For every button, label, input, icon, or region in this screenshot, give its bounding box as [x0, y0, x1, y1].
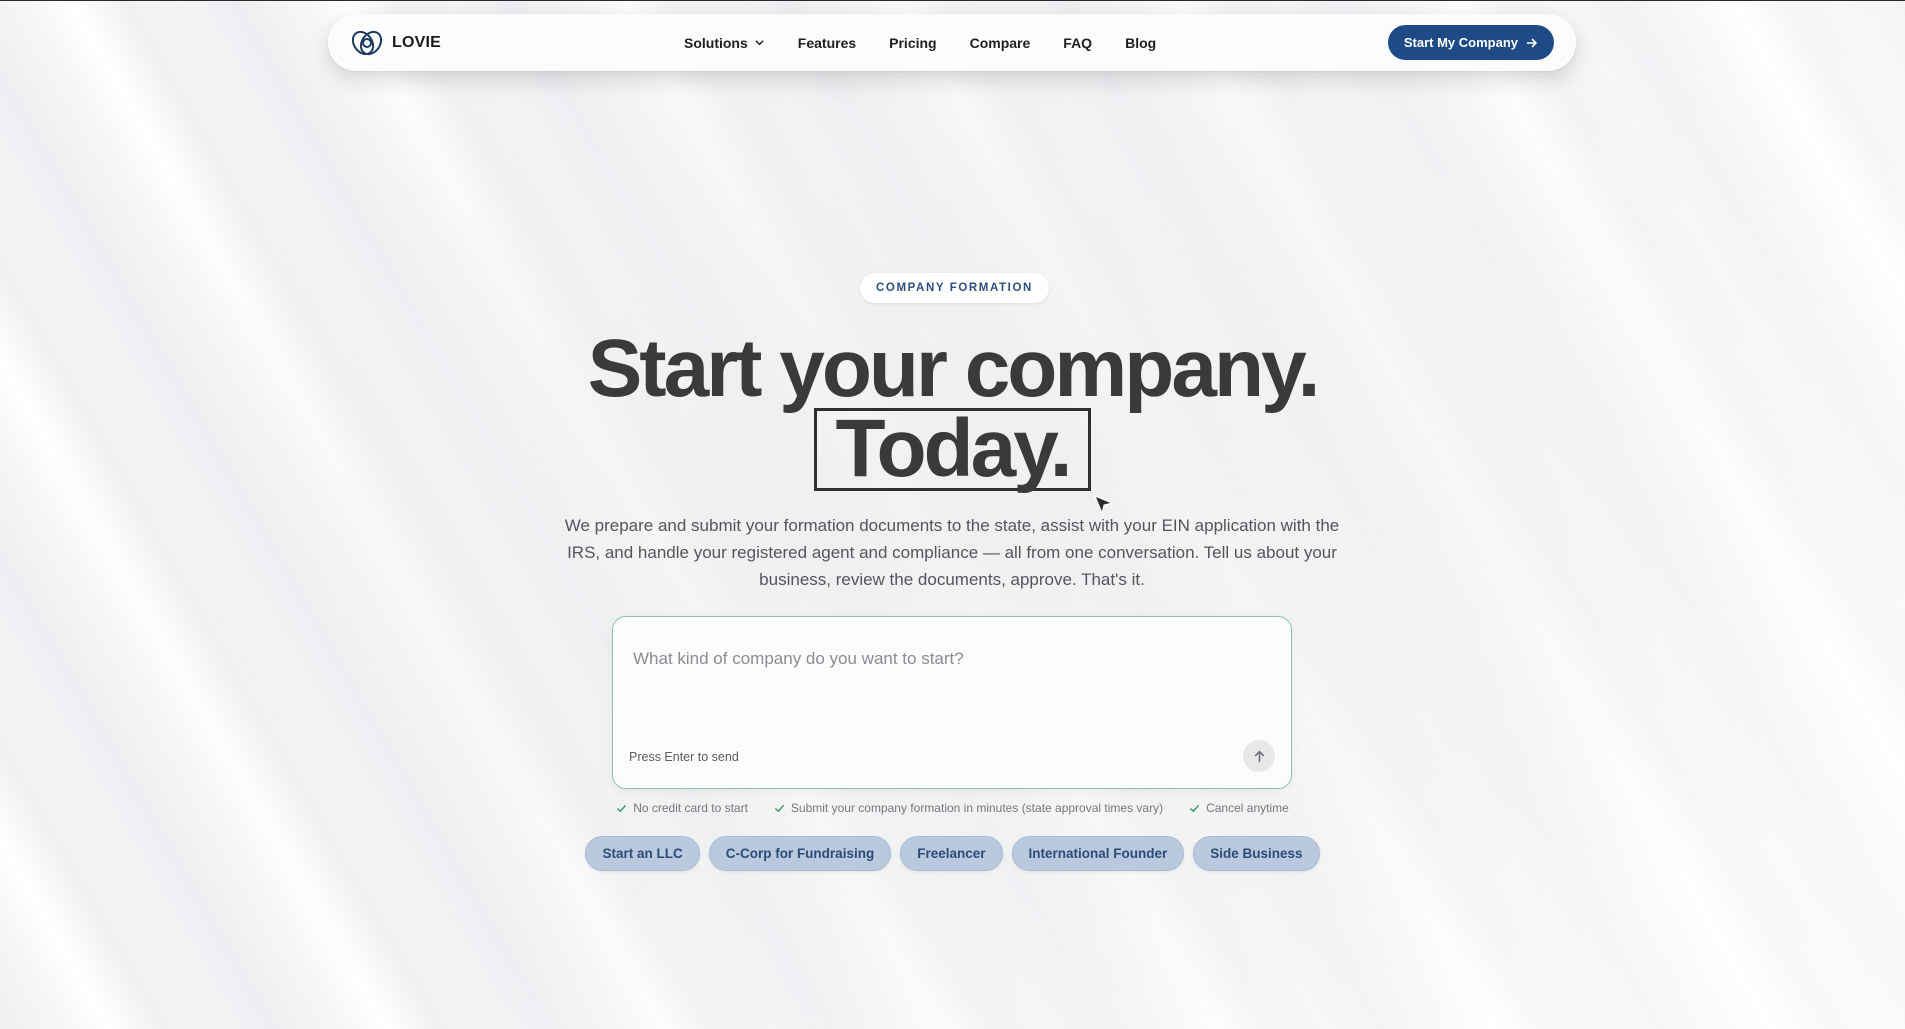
chip-start-an-llc[interactable]: Start an LLC — [585, 836, 700, 871]
perk-label: Submit your company formation in minutes… — [790, 801, 1164, 815]
company-prompt-input[interactable] — [633, 639, 1253, 679]
perk-item: No credit card to start — [616, 801, 748, 815]
chip-freelancer[interactable]: Freelancer — [900, 836, 1003, 871]
nav-item-solutions[interactable]: Solutions — [684, 35, 765, 51]
perk-item: Cancel anytime — [1189, 801, 1289, 815]
check-icon — [617, 804, 627, 812]
check-icon — [1190, 804, 1199, 812]
top-navbar: LOVIE Solutions Features Pricing Compare… — [328, 14, 1576, 71]
arrow-right-icon — [1526, 38, 1537, 47]
arrow-up-icon — [1254, 750, 1264, 762]
nav-item-blog[interactable]: Blog — [1125, 35, 1156, 51]
hero-headline-highlight-row: Today. — [0, 408, 1905, 491]
chip-side-business[interactable]: Side Business — [1193, 836, 1320, 871]
nav-item-label: FAQ — [1063, 34, 1093, 51]
cta-label: Start My Company — [1403, 35, 1518, 50]
nav-item-compare[interactable]: Compare — [970, 35, 1031, 51]
hero-headline-highlight: Today. — [814, 408, 1091, 491]
nav-item-label: Solutions — [684, 34, 748, 51]
nav-item-label: Compare — [969, 34, 1031, 51]
chip-international-founder[interactable]: International Founder — [1011, 836, 1185, 871]
nav-item-features[interactable]: Features — [798, 35, 856, 51]
nav-item-pricing[interactable]: Pricing — [889, 35, 936, 51]
check-icon — [775, 804, 784, 812]
nav-item-label: Blog — [1125, 34, 1157, 51]
send-button[interactable] — [1243, 740, 1275, 772]
hero-description: We prepare and submit your formation doc… — [564, 516, 1340, 589]
perk-item: Submit your company formation in minutes… — [774, 801, 1163, 815]
brand-name: LOVIE — [392, 33, 442, 51]
perks-list: No credit card to start Submit your comp… — [0, 801, 1905, 815]
brand-logo[interactable]: LOVIE — [350, 26, 441, 60]
nav-item-faq[interactable]: FAQ — [1063, 35, 1092, 51]
perk-label: Cancel anytime — [1206, 801, 1289, 815]
company-prompt-box: Press Enter to send — [612, 616, 1292, 789]
interlocking-rings-logo-icon — [351, 30, 383, 55]
start-my-company-button[interactable]: Start My Company — [1387, 25, 1554, 60]
nav-item-label: Pricing — [889, 34, 937, 51]
nav-links: Solutions Features Pricing Compare FAQ B… — [684, 14, 1156, 71]
nav-item-label: Features — [797, 34, 857, 51]
section-badge: COMPANY FORMATION — [860, 273, 1049, 303]
suggestion-chips: Start an LLC C-Corp for Fundraising Free… — [0, 836, 1905, 871]
send-hint: Press Enter to send — [629, 750, 739, 764]
hero-headline: Start your company. — [587, 323, 1321, 414]
chevron-down-icon — [755, 40, 764, 46]
perk-label: No credit card to start — [633, 801, 748, 815]
landing-page: LOVIE Solutions Features Pricing Compare… — [0, 0, 1905, 1029]
chip-c-corp-for-fundraising[interactable]: C-Corp for Fundraising — [708, 836, 892, 871]
